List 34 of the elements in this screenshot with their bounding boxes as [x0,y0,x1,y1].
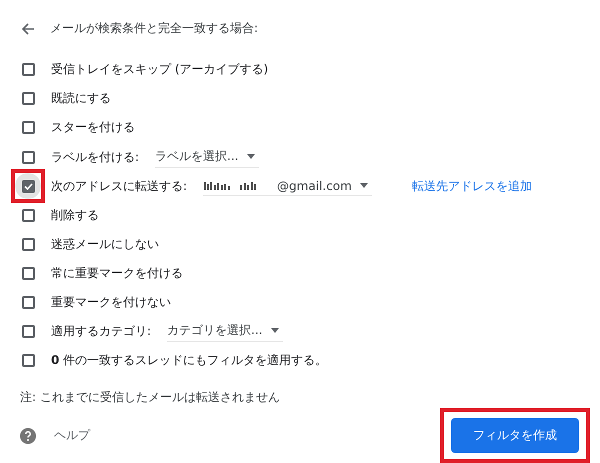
checkbox[interactable] [22,266,34,280]
checkbox[interactable] [22,324,34,338]
checkbox[interactable] [22,92,34,106]
option-label: 0 件の一致するスレッドにもフィルタを適用する。 [51,352,328,369]
checkbox[interactable] [22,63,34,76]
option-label: 受信トレイをスキップ (アーカイブする) [51,61,268,78]
help-link[interactable]: ヘルプ [54,427,90,444]
checkbox[interactable] [22,208,34,222]
option-label: 削除する [51,206,99,224]
create-filter-button[interactable]: フィルタを作成 [451,418,579,453]
checkbox[interactable] [22,296,34,309]
option-label: 既読にする [51,90,111,108]
option-label: 次のアドレスに転送する: [51,178,188,195]
caret-icon [246,154,254,160]
option-label: 常に重要マークを付ける [51,264,183,282]
option-label: ラベルを付ける: [51,148,140,166]
option-label: 重要マークを付けない [51,294,171,311]
option-label: 迷惑メールにしない [51,236,159,253]
note-text: 注: これまでに受信したメールは転送されません [20,389,281,406]
help-icon[interactable] [20,428,36,444]
option-label: 適用するカテゴリ: [51,322,152,340]
caret-icon [270,328,278,334]
caret-icon [360,183,368,188]
select-field[interactable]: ラベルを選択... [155,146,258,168]
add-address-link[interactable]: 転送先アドレスを追加 [412,178,532,195]
select-field[interactable]: カテゴリを選択... [167,320,282,342]
checkbox[interactable] [22,238,34,251]
checkbox[interactable] [22,150,34,164]
back-arrow-icon[interactable] [20,20,36,37]
checkbox[interactable] [22,121,34,134]
select-field[interactable]: @gmail.com [203,176,372,196]
option-label: スターを付ける [51,119,135,136]
checkbox[interactable] [22,354,34,367]
filter-title: メールが検索条件と完全一致する場合: [50,20,258,38]
